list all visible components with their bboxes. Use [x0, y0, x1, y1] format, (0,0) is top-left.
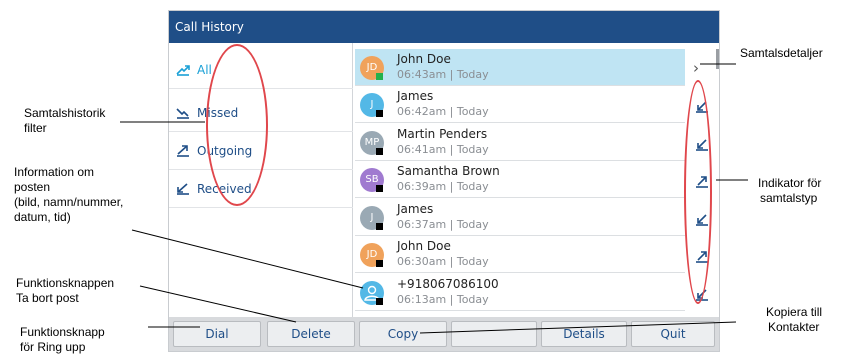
info-annotation-line4: datum, tid)	[14, 210, 71, 224]
filter-label: All	[197, 62, 212, 77]
presence-indicator	[376, 148, 383, 155]
copy-annotation-line2: Kontakter	[768, 320, 820, 334]
presence-indicator	[376, 110, 383, 117]
outgoing-call-icon	[175, 144, 197, 157]
call-history-screen: Call History All Missed Outgoing Receive…	[168, 10, 720, 352]
screen-title: Call History	[169, 11, 719, 43]
dial-annotation-line1: Funktionsknapp	[20, 325, 105, 339]
filter-all[interactable]: All	[169, 51, 353, 89]
call-history-list: JD John Doe 06:43am | Today J James 06:4…	[355, 43, 685, 317]
entry-name: John Doe	[397, 239, 451, 253]
received-call-icon	[696, 139, 708, 151]
empty-softkey[interactable]	[451, 321, 537, 347]
filter-received[interactable]: Received	[169, 170, 353, 208]
call-entry[interactable]: JD John Doe 06:43am | Today	[355, 49, 685, 86]
outgoing-call-icon	[696, 251, 708, 263]
presence-indicator	[376, 223, 383, 230]
entry-name: James	[397, 202, 434, 216]
call-entry[interactable]: JD John Doe 06:30am | Today	[355, 236, 685, 273]
presence-indicator	[376, 260, 383, 267]
entry-time: 06:30am | Today	[397, 255, 489, 268]
filter-panel: All Missed Outgoing Received	[169, 43, 353, 317]
filter-label: Missed	[197, 105, 239, 120]
all-calls-icon	[175, 64, 197, 76]
delete-annotation-line1: Funktionsknappen	[16, 276, 115, 290]
call-entry[interactable]: +918067086100 06:13am | Today	[355, 274, 685, 311]
received-call-icon	[696, 214, 708, 226]
info-annotation-line1: Information om	[14, 165, 95, 179]
presence-indicator	[376, 185, 383, 192]
quit-softkey[interactable]: Quit	[631, 321, 715, 347]
call-entry[interactable]: SB Samantha Brown 06:39am | Today	[355, 161, 685, 198]
entry-time: 06:43am | Today	[397, 68, 489, 81]
filter-annotation-line2: filter	[24, 121, 47, 135]
call-entry[interactable]: J James 06:37am | Today	[355, 199, 685, 236]
entry-time: 06:13am | Today	[397, 293, 489, 306]
missed-call-icon	[175, 107, 197, 119]
details-annotation: Samtalsdetaljer	[740, 46, 823, 60]
entry-time: 06:37am | Today	[397, 218, 489, 231]
presence-indicator	[376, 73, 383, 80]
entry-time: 06:42am | Today	[397, 105, 489, 118]
call-entry[interactable]: MP Martin Penders 06:41am | Today	[355, 124, 685, 161]
delete-softkey[interactable]: Delete	[267, 321, 355, 347]
filter-outgoing[interactable]: Outgoing	[169, 132, 353, 170]
entry-time: 06:41am | Today	[397, 143, 489, 156]
chevron-right-icon[interactable]: ›	[693, 59, 699, 77]
received-call-icon	[696, 101, 708, 113]
call-entry[interactable]: J James 06:42am | Today	[355, 86, 685, 123]
received-call-icon	[696, 289, 708, 301]
info-annotation-line2: posten	[14, 180, 51, 194]
entry-name: Martin Penders	[397, 127, 488, 141]
type-annotation-line2: samtalstyp	[760, 191, 818, 205]
entry-name: Samantha Brown	[397, 164, 500, 178]
entry-time: 06:39am | Today	[397, 180, 489, 193]
entry-name: James	[397, 89, 434, 103]
outgoing-call-icon	[696, 176, 708, 188]
entry-name: John Doe	[397, 52, 451, 66]
entry-name: +918067086100	[397, 277, 499, 291]
details-softkey[interactable]: Details	[541, 321, 627, 347]
info-annotation-line3: (bild, namn/nummer,	[14, 195, 124, 209]
copy-softkey[interactable]: Copy	[359, 321, 447, 347]
dial-annotation-line2: för Ring upp	[20, 340, 86, 354]
dial-softkey[interactable]: Dial	[173, 321, 261, 347]
call-type-column: ›	[689, 43, 717, 317]
filter-label: Received	[197, 181, 252, 196]
filter-annotation-line1: Samtalshistorik	[24, 106, 106, 120]
scrollbar[interactable]	[716, 49, 719, 69]
delete-annotation-line2: Ta bort post	[16, 291, 79, 305]
presence-indicator	[376, 298, 383, 305]
type-annotation-line1: Indikator för	[758, 176, 822, 190]
received-call-icon	[175, 182, 197, 195]
copy-annotation-line1: Kopiera till	[766, 305, 823, 319]
filter-missed[interactable]: Missed	[169, 94, 353, 132]
softkey-bar: Dial Delete Copy Details Quit	[169, 317, 719, 351]
filter-label: Outgoing	[197, 143, 253, 158]
